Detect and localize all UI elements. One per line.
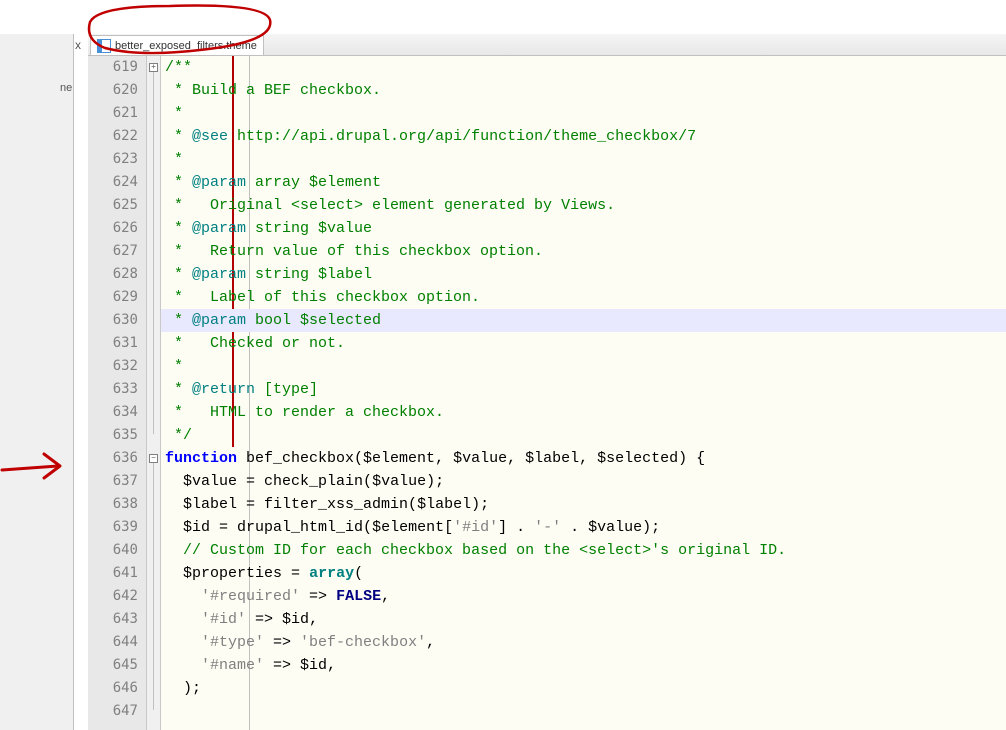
line-number: 633 <box>88 378 146 401</box>
code-line[interactable]: * @param bool $selected <box>161 309 1006 332</box>
tab-bar: better_exposed_filters.theme <box>88 34 1006 56</box>
code-line[interactable]: * <box>161 102 1006 125</box>
code-line[interactable]: * @see http://api.drupal.org/api/functio… <box>161 125 1006 148</box>
file-tab[interactable]: better_exposed_filters.theme <box>90 35 264 55</box>
code-line[interactable]: * HTML to render a checkbox. <box>161 401 1006 424</box>
fold-collapse-icon[interactable]: + <box>149 63 158 72</box>
code-line[interactable]: * Original <select> element generated by… <box>161 194 1006 217</box>
code-area[interactable]: /** * Build a BEF checkbox. * * @see htt… <box>161 56 1006 730</box>
line-number: 631 <box>88 332 146 355</box>
code-line[interactable]: * @param string $value <box>161 217 1006 240</box>
line-number: 641 <box>88 562 146 585</box>
code-line[interactable]: */ <box>161 424 1006 447</box>
code-line[interactable]: * Checked or not. <box>161 332 1006 355</box>
fold-expand-icon[interactable]: − <box>149 454 158 463</box>
line-number: 626 <box>88 217 146 240</box>
line-number: 644 <box>88 631 146 654</box>
line-number: 643 <box>88 608 146 631</box>
code-editor[interactable]: 6196206216226236246256266276286296306316… <box>88 56 1006 730</box>
line-number: 625 <box>88 194 146 217</box>
line-number: 636 <box>88 447 146 470</box>
code-line[interactable] <box>161 700 1006 723</box>
code-line[interactable]: '#type' => 'bef-checkbox', <box>161 631 1006 654</box>
code-line[interactable]: * @param string $label <box>161 263 1006 286</box>
line-number: 639 <box>88 516 146 539</box>
line-number: 620 <box>88 79 146 102</box>
line-number: 640 <box>88 539 146 562</box>
file-icon <box>97 39 111 53</box>
code-line[interactable]: * Return value of this checkbox option. <box>161 240 1006 263</box>
code-line[interactable]: ); <box>161 677 1006 700</box>
line-number: 619 <box>88 56 146 79</box>
code-line[interactable]: '#required' => FALSE, <box>161 585 1006 608</box>
line-number: 634 <box>88 401 146 424</box>
code-line[interactable]: '#id' => $id, <box>161 608 1006 631</box>
left-panel <box>0 34 74 730</box>
line-number: 624 <box>88 171 146 194</box>
code-line[interactable]: // Custom ID for each checkbox based on … <box>161 539 1006 562</box>
code-line[interactable]: function bef_checkbox($element, $value, … <box>161 447 1006 470</box>
code-line[interactable]: /** <box>161 56 1006 79</box>
line-number: 632 <box>88 355 146 378</box>
line-number: 637 <box>88 470 146 493</box>
tab-label: better_exposed_filters.theme <box>115 40 257 52</box>
left-panel-label: ne <box>60 82 72 94</box>
code-line[interactable]: * @return [type] <box>161 378 1006 401</box>
line-number: 622 <box>88 125 146 148</box>
code-line[interactable]: '#name' => $id, <box>161 654 1006 677</box>
code-line[interactable]: $label = filter_xss_admin($label); <box>161 493 1006 516</box>
line-number: 630 <box>88 309 146 332</box>
close-icon[interactable]: x <box>75 38 81 52</box>
line-number: 628 <box>88 263 146 286</box>
line-number: 621 <box>88 102 146 125</box>
code-line[interactable]: $properties = array( <box>161 562 1006 585</box>
line-number: 627 <box>88 240 146 263</box>
line-number: 645 <box>88 654 146 677</box>
code-line[interactable]: * <box>161 355 1006 378</box>
code-line[interactable]: * Build a BEF checkbox. <box>161 79 1006 102</box>
code-line[interactable]: * @param array $element <box>161 171 1006 194</box>
code-line[interactable]: * Label of this checkbox option. <box>161 286 1006 309</box>
line-number: 647 <box>88 700 146 723</box>
line-number: 642 <box>88 585 146 608</box>
line-number: 638 <box>88 493 146 516</box>
line-number: 635 <box>88 424 146 447</box>
code-line[interactable]: $id = drupal_html_id($element['#id'] . '… <box>161 516 1006 539</box>
line-number: 646 <box>88 677 146 700</box>
fold-column: +− <box>147 56 161 730</box>
line-number-gutter: 6196206216226236246256266276286296306316… <box>88 56 147 730</box>
code-line[interactable]: $value = check_plain($value); <box>161 470 1006 493</box>
code-line[interactable]: * <box>161 148 1006 171</box>
line-number: 629 <box>88 286 146 309</box>
line-number: 623 <box>88 148 146 171</box>
